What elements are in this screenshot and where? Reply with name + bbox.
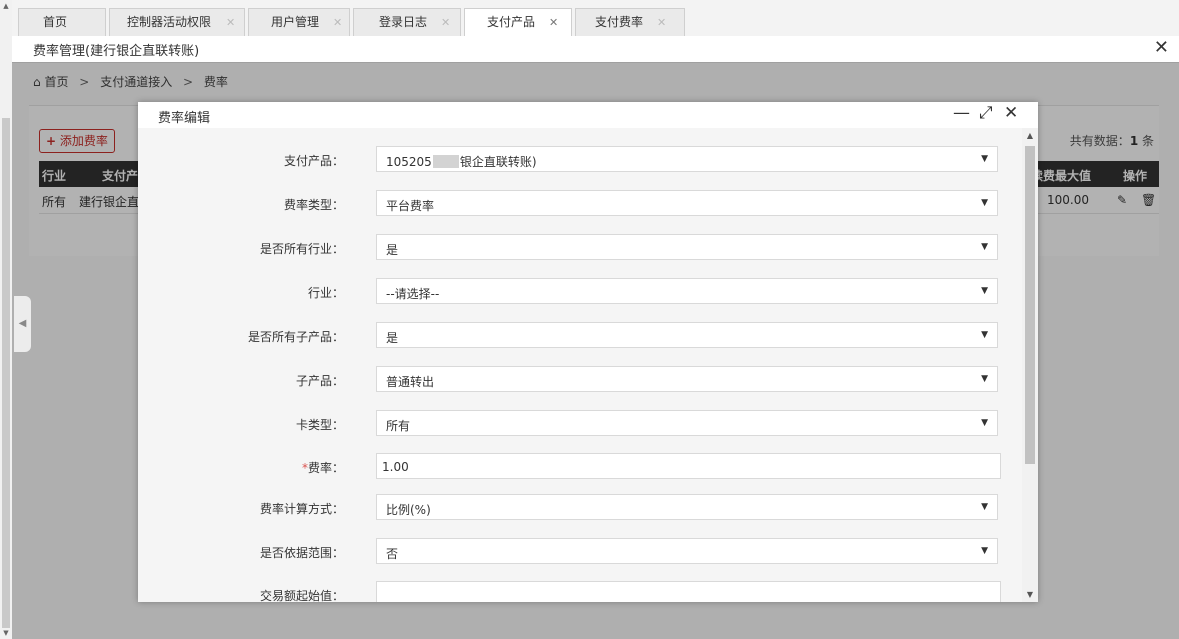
tab-payment-rates[interactable]: 支付费率 ✕: [575, 8, 685, 36]
scroll-down-arrow-icon[interactable]: ▼: [1022, 590, 1038, 599]
industry-select[interactable]: --请选择-- ▼: [376, 278, 998, 304]
field-label: 是否所有子产品：: [247, 330, 344, 344]
select-value: 平台费率: [386, 199, 435, 213]
form-row-all-subproducts: 是否所有子产品： 是 ▼: [138, 322, 1022, 350]
tab-login-log[interactable]: 登录日志 ✕: [353, 8, 461, 36]
field-label: 是否依据范围：: [259, 546, 344, 560]
payment-product-select[interactable]: 105205 银企直联转账) ▼: [376, 146, 998, 172]
sidebar-toggle-icon[interactable]: ◀: [14, 296, 31, 352]
page-title: 费率管理(建行银企直联转账): [33, 44, 200, 59]
tab-label: 支付费率: [595, 15, 644, 29]
scroll-down-arrow-icon[interactable]: ▼: [0, 627, 12, 639]
masked-text: [432, 155, 459, 168]
card-type-select[interactable]: 所有 ▼: [376, 410, 998, 436]
modal-header: 费率编辑 — ⤢ ✕: [138, 102, 1038, 128]
dropdown-arrow-icon: ▼: [981, 374, 988, 384]
modal-scrollbar[interactable]: ▲ ▼: [1022, 128, 1038, 602]
input-value: 1.00: [382, 460, 409, 474]
tab-user-management[interactable]: 用户管理 ✕: [248, 8, 350, 36]
field-label: 支付产品：: [283, 154, 344, 168]
by-range-select[interactable]: 否 ▼: [376, 538, 998, 564]
page-close-icon[interactable]: ✕: [1154, 37, 1169, 58]
dropdown-arrow-icon: ▼: [981, 502, 988, 512]
field-label: 是否所有行业：: [259, 242, 344, 256]
tab-controller-permissions[interactable]: 控制器活动权限 ✕: [109, 8, 245, 36]
all-subproducts-select[interactable]: 是 ▼: [376, 322, 998, 348]
dropdown-arrow-icon: ▼: [981, 242, 988, 252]
dropdown-arrow-icon: ▼: [981, 546, 988, 556]
field-label: *费率：: [302, 459, 344, 476]
form-row-payment-product: 支付产品： 105205 银企直联转账) ▼: [138, 146, 1022, 174]
rate-edit-modal: 费率编辑 — ⤢ ✕ 支付产品： 105205 银企直联转账) ▼ 费率类型： 平…: [138, 102, 1038, 602]
tab-payment-products[interactable]: 支付产品 ✕: [464, 8, 572, 37]
form-row-all-industries: 是否所有行业： 是 ▼: [138, 234, 1022, 262]
modal-title: 费率编辑: [158, 111, 211, 126]
tab-bar: 首页 控制器活动权限 ✕ 用户管理 ✕ 登录日志 ✕ 支付产品 ✕ 支付费率 ✕: [12, 0, 1179, 37]
amount-start-input[interactable]: [376, 581, 1001, 602]
tab-close-icon[interactable]: ✕: [333, 9, 342, 36]
field-label: 子产品：: [295, 374, 344, 388]
calc-method-select[interactable]: 比例(%) ▼: [376, 494, 998, 520]
dropdown-arrow-icon: ▼: [981, 286, 988, 296]
form-row-by-range: 是否依据范围： 否 ▼: [138, 538, 1022, 566]
select-value: 是: [386, 243, 399, 257]
minimize-icon[interactable]: —: [953, 103, 970, 123]
select-value: 比例(%): [386, 503, 431, 517]
dropdown-arrow-icon: ▼: [981, 198, 988, 208]
scrollbar-thumb[interactable]: [1025, 146, 1035, 464]
modal-close-icon[interactable]: ✕: [1004, 103, 1018, 123]
form-row-industry: 行业： --请选择-- ▼: [138, 278, 1022, 306]
scroll-up-arrow-icon[interactable]: ▲: [1022, 131, 1038, 140]
form-row-subproduct: 子产品： 普通转出 ▼: [138, 366, 1022, 394]
subproduct-select[interactable]: 普通转出 ▼: [376, 366, 998, 392]
tab-close-icon[interactable]: ✕: [657, 9, 666, 36]
tab-close-icon[interactable]: ✕: [441, 9, 450, 36]
field-label: 交易额起始值：: [259, 589, 344, 602]
form-row-amount-start: 交易额起始值：: [138, 581, 1022, 602]
select-value: 是: [386, 331, 399, 345]
form-row-card-type: 卡类型： 所有 ▼: [138, 410, 1022, 438]
select-value: --请选择--: [386, 287, 440, 301]
field-label: 卡类型：: [295, 418, 344, 432]
maximize-icon[interactable]: ⤢: [979, 103, 993, 123]
rate-type-select[interactable]: 平台费率 ▼: [376, 190, 998, 216]
tab-close-icon[interactable]: ✕: [549, 9, 558, 36]
tab-label: 支付产品: [487, 15, 536, 29]
tab-label: 控制器活动权限: [127, 15, 212, 29]
dropdown-arrow-icon: ▼: [981, 418, 988, 428]
payment-product-code: 105205: [386, 155, 432, 169]
field-label: 费率计算方式：: [259, 502, 344, 516]
payment-product-name: 银企直联转账): [459, 155, 537, 169]
tab-label: 登录日志: [379, 15, 428, 29]
field-label-text: 费率：: [307, 461, 344, 475]
tab-label: 用户管理: [271, 15, 320, 29]
tab-label: 首页: [43, 15, 68, 29]
dropdown-arrow-icon: ▼: [981, 330, 988, 340]
field-label: 行业：: [307, 286, 344, 300]
form-row-rate-type: 费率类型： 平台费率 ▼: [138, 190, 1022, 218]
tab-home[interactable]: 首页: [18, 8, 106, 36]
all-industries-select[interactable]: 是 ▼: [376, 234, 998, 260]
field-label: 费率类型：: [283, 198, 344, 212]
select-value: 否: [386, 547, 399, 561]
rate-edit-form: 支付产品： 105205 银企直联转账) ▼ 费率类型： 平台费率 ▼ 是否所有行…: [138, 128, 1022, 602]
scroll-up-arrow-icon[interactable]: ▲: [0, 0, 12, 12]
select-value: 所有: [386, 419, 411, 433]
form-row-rate: *费率： 1.00: [138, 453, 1022, 481]
scrollbar-thumb[interactable]: [2, 118, 10, 628]
page-header: 费率管理(建行银企直联转账) ✕: [12, 36, 1179, 63]
tab-close-icon[interactable]: ✕: [226, 9, 235, 36]
select-value: 普通转出: [386, 375, 435, 389]
form-row-calc-method: 费率计算方式： 比例(%) ▼: [138, 494, 1022, 522]
dropdown-arrow-icon: ▼: [981, 154, 988, 164]
rate-input[interactable]: 1.00: [376, 453, 1001, 479]
